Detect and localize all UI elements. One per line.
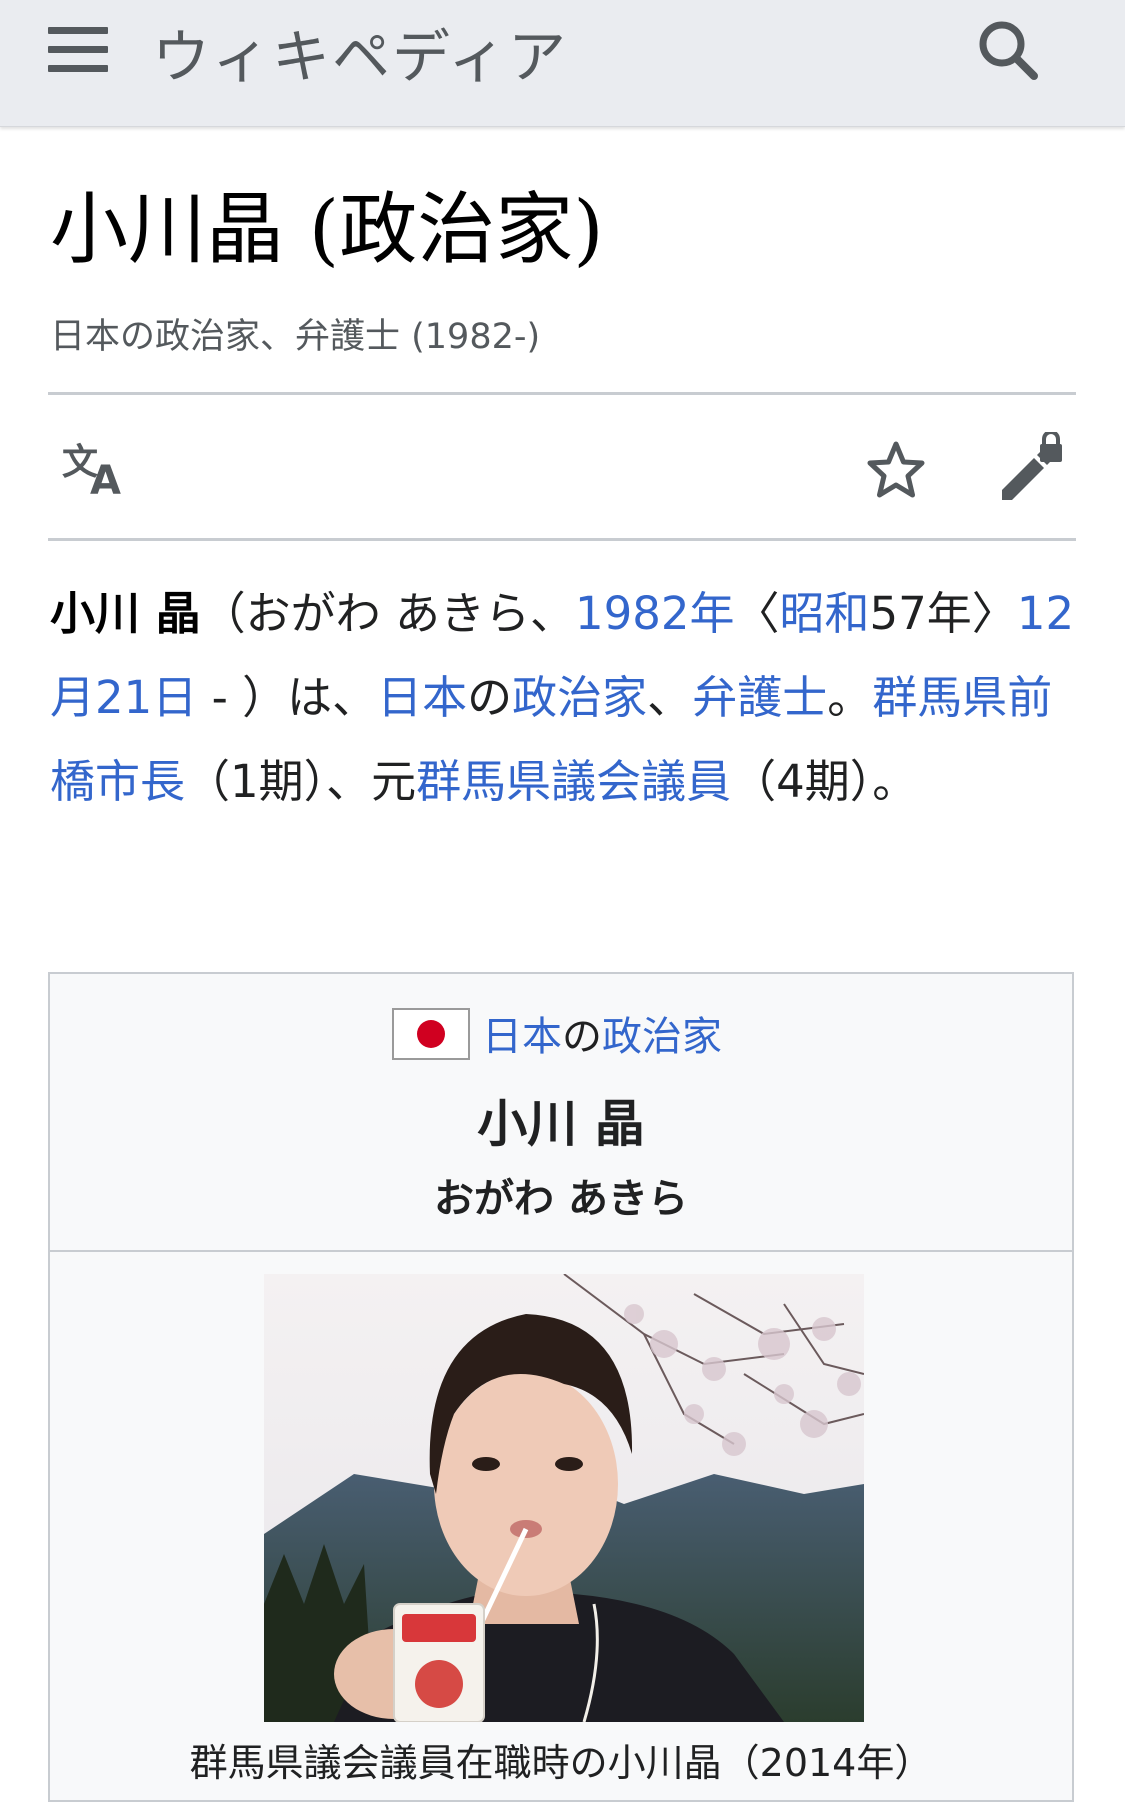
infobox-category: 日本の政治家 [482, 1004, 722, 1062]
infobox-name: 小川 晶 [477, 1095, 645, 1153]
intro-paragraph: 小川 晶（おがわ あきら、1982年〈昭和57年〉12月21日 - ）は、日本の… [50, 572, 1080, 824]
page-subtitle: 日本の政治家、弁護士 (1982-) [50, 317, 541, 357]
infobox: 日本の政治家 小川 晶 おがわ あきら 群馬県議会議員在職時の小川晶（2014年… [48, 972, 1074, 1802]
infobox-header: 日本の政治家 小川 晶 おがわ あきら [50, 974, 1072, 1252]
edit-lock-icon[interactable] [996, 430, 1066, 502]
menu-icon[interactable] [48, 27, 108, 73]
intro-text: - ）は、 [197, 671, 378, 724]
intro-text: 。 [827, 671, 873, 724]
site-logo[interactable]: ウィキペディア [152, 10, 568, 94]
star-icon[interactable] [864, 438, 928, 502]
link-politician-infobox[interactable]: 政治家 [602, 1014, 722, 1060]
link-showa[interactable]: 昭和 [780, 587, 870, 640]
intro-text: 57年〉 [869, 587, 1017, 640]
svg-text:A: A [90, 458, 121, 498]
actions-divider [48, 538, 1076, 541]
intro-text: （1期）、元 [185, 755, 417, 808]
japan-flag-icon [392, 1008, 470, 1060]
intro-text: （4期）。 [731, 755, 918, 808]
link-lawyer[interactable]: 弁護士 [692, 671, 827, 724]
intro-text: 、 [647, 671, 693, 724]
header-bar: ウィキペディア [0, 0, 1125, 127]
translate-icon[interactable]: 文 A [62, 438, 132, 504]
photo-caption: 群馬県議会議員在職時の小川晶（2014年） [189, 1741, 933, 1785]
title-divider [48, 392, 1076, 395]
search-icon[interactable] [976, 18, 1040, 82]
portrait-photo[interactable] [264, 1274, 864, 1722]
link-gunma-assembly[interactable]: 群馬県議会議員 [416, 755, 731, 808]
intro-text: 〈 [734, 587, 780, 640]
intro-text: の [467, 671, 513, 724]
infobox-reading: おがわ あきら [434, 1176, 688, 1222]
link-1982[interactable]: 1982年 [575, 587, 735, 640]
intro-text: （おがわ あきら、 [200, 587, 575, 640]
link-politician[interactable]: 政治家 [512, 671, 647, 724]
page-title: 小川晶 (政治家) [50, 185, 604, 275]
subject-name: 小川 晶 [50, 587, 201, 640]
link-japan[interactable]: 日本 [377, 671, 467, 724]
link-japan-infobox[interactable]: 日本 [482, 1014, 562, 1060]
infobox-category-particle: の [562, 1014, 602, 1060]
